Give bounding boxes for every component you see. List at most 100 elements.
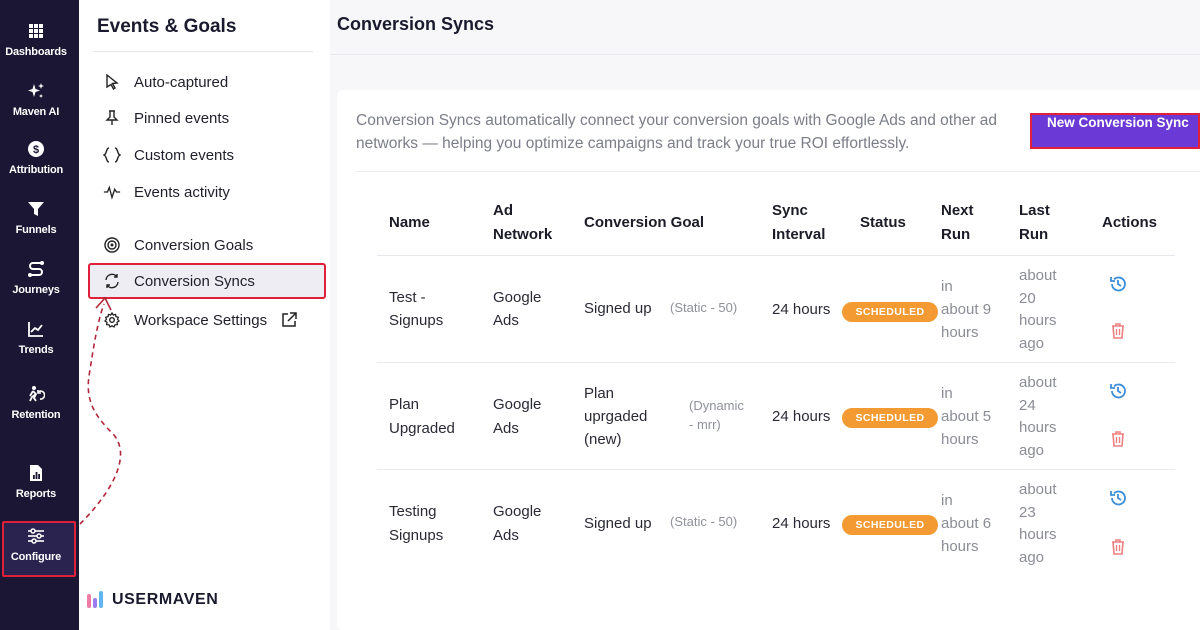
grid-icon xyxy=(29,24,43,38)
row-next-run: hours xyxy=(941,538,979,555)
history-icon[interactable] xyxy=(1108,488,1128,508)
rail-label: Reports xyxy=(15,488,57,500)
nav-item-custom-events[interactable]: Custom events xyxy=(103,144,234,166)
row-network: Google xyxy=(493,503,542,520)
row-name: Signups xyxy=(389,527,444,544)
braces-icon xyxy=(103,146,121,164)
rail-item-attribution[interactable]: $ Attribution xyxy=(0,140,72,178)
logo-mark-icon xyxy=(87,591,103,608)
rail-item-trends[interactable]: Trends xyxy=(0,320,72,358)
row-interval: 24 hours xyxy=(772,515,831,532)
rail-item-dashboards[interactable]: Dashboards xyxy=(0,22,72,60)
row-last-run: 20 xyxy=(1019,290,1036,307)
rail-label: Journeys xyxy=(12,284,60,296)
main-header: Conversion Syncs xyxy=(330,0,1200,55)
divider xyxy=(356,171,1200,172)
rail-label: Funnels xyxy=(15,224,57,236)
column-header-actions: Actions xyxy=(1102,214,1158,231)
row-name: Upgraded xyxy=(389,420,455,437)
external-link-icon[interactable] xyxy=(281,312,297,328)
funnel-icon xyxy=(28,202,44,216)
column-header-next-run: Next xyxy=(941,202,974,219)
nav-item-conversion-syncs[interactable]: Conversion Syncs xyxy=(103,270,255,292)
row-goal: Signed up xyxy=(584,515,652,532)
content-card: Conversion Syncs automatically connect y… xyxy=(337,90,1200,630)
row-name: Signups xyxy=(389,312,444,329)
column-header-ad-network: Network xyxy=(493,226,553,243)
column-header-ad-network: Ad xyxy=(493,202,513,219)
rail-label: Configure xyxy=(10,551,62,563)
row-goal: uprgaded xyxy=(584,408,648,425)
history-icon[interactable] xyxy=(1108,274,1128,294)
nav-item-label: Conversion Goals xyxy=(134,236,254,254)
rail-label: Maven AI xyxy=(12,106,60,118)
delete-icon[interactable] xyxy=(1108,321,1128,341)
divider xyxy=(377,362,1175,363)
pulse-icon xyxy=(103,183,121,201)
status-badge: SCHEDULED xyxy=(842,408,938,428)
row-last-run: ago xyxy=(1019,335,1045,352)
delete-icon[interactable] xyxy=(1108,537,1128,557)
dollar-icon: $ xyxy=(28,141,44,157)
row-goal-type: (Static - 50) xyxy=(670,514,738,529)
logo-text: USERMAVEN xyxy=(112,591,219,608)
column-header-sync-interval: Sync xyxy=(772,202,808,219)
nav-item-conversion-goals[interactable]: Conversion Goals xyxy=(103,234,253,256)
nav-item-label: Workspace Settings xyxy=(134,311,268,329)
row-goal-type: - mrr) xyxy=(689,417,721,432)
row-last-run: about xyxy=(1019,267,1057,284)
rail-label: Retention xyxy=(11,409,61,421)
row-last-run: 24 xyxy=(1019,397,1036,414)
row-name: Plan xyxy=(389,396,420,413)
row-next-run: about 6 xyxy=(941,515,992,532)
column-header-next-run: Run xyxy=(941,226,971,243)
row-last-run: hours xyxy=(1019,312,1057,329)
row-name: Test - xyxy=(389,289,426,306)
nav-item-events-activity[interactable]: Events activity xyxy=(103,181,230,203)
row-next-run: hours xyxy=(941,324,979,341)
app-root: Dashboards Maven AI $ Attribution Funnel… xyxy=(0,0,1200,630)
history-icon[interactable] xyxy=(1108,381,1128,401)
rail-item-journeys[interactable]: Journeys xyxy=(0,260,72,298)
route-icon xyxy=(28,261,44,277)
row-last-run: ago xyxy=(1019,442,1045,459)
pin-icon xyxy=(103,109,121,127)
row-last-run: hours xyxy=(1019,419,1057,436)
rail-item-maven-ai[interactable]: Maven AI xyxy=(0,82,72,120)
cursor-icon xyxy=(103,73,121,91)
rail-label: Trends xyxy=(18,344,54,356)
nav-title: Events & Goals xyxy=(97,16,237,37)
row-network: Google xyxy=(493,396,542,413)
row-next-run: hours xyxy=(941,431,979,448)
page-title: Conversion Syncs xyxy=(337,14,495,34)
svg-text:$: $ xyxy=(33,144,39,156)
sync-icon xyxy=(103,272,121,290)
intro-text: Conversion Syncs automatically connect y… xyxy=(356,112,998,152)
column-header-last-run: Run xyxy=(1019,226,1049,243)
row-network: Ads xyxy=(493,312,519,329)
nav-item-label: Auto-captured xyxy=(134,73,229,91)
rail-item-reports[interactable]: Reports xyxy=(0,464,72,502)
status-badge: SCHEDULED xyxy=(842,515,938,535)
target-icon xyxy=(103,236,121,254)
rail-item-retention[interactable]: Retention xyxy=(0,385,72,423)
row-goal-type: (Dynamic xyxy=(689,398,744,413)
rail-item-configure[interactable]: Configure xyxy=(0,527,72,565)
nav-item-pinned-events[interactable]: Pinned events xyxy=(103,107,229,129)
rail-item-funnels[interactable]: Funnels xyxy=(0,200,72,238)
row-last-run: 23 xyxy=(1019,504,1036,521)
new-conversion-sync-button[interactable]: New Conversion Sync xyxy=(1030,113,1200,149)
row-next-run: in xyxy=(941,385,953,402)
sliders-icon xyxy=(28,528,44,544)
nav-item-label: Pinned events xyxy=(134,109,230,127)
rail-label: Attribution xyxy=(8,164,63,176)
nav-item-label: Conversion Syncs xyxy=(134,272,255,290)
delete-icon[interactable] xyxy=(1108,429,1128,449)
row-name: Testing xyxy=(389,503,437,520)
sparkle-icon xyxy=(28,83,44,98)
nav-item-auto-captured[interactable]: Auto-captured xyxy=(103,71,228,93)
column-header-name: Name xyxy=(389,214,430,231)
row-goal: Plan xyxy=(584,385,615,402)
row-last-run: about xyxy=(1019,481,1057,498)
main-panel: Conversion Syncs Conversion Syncs automa… xyxy=(330,0,1200,630)
